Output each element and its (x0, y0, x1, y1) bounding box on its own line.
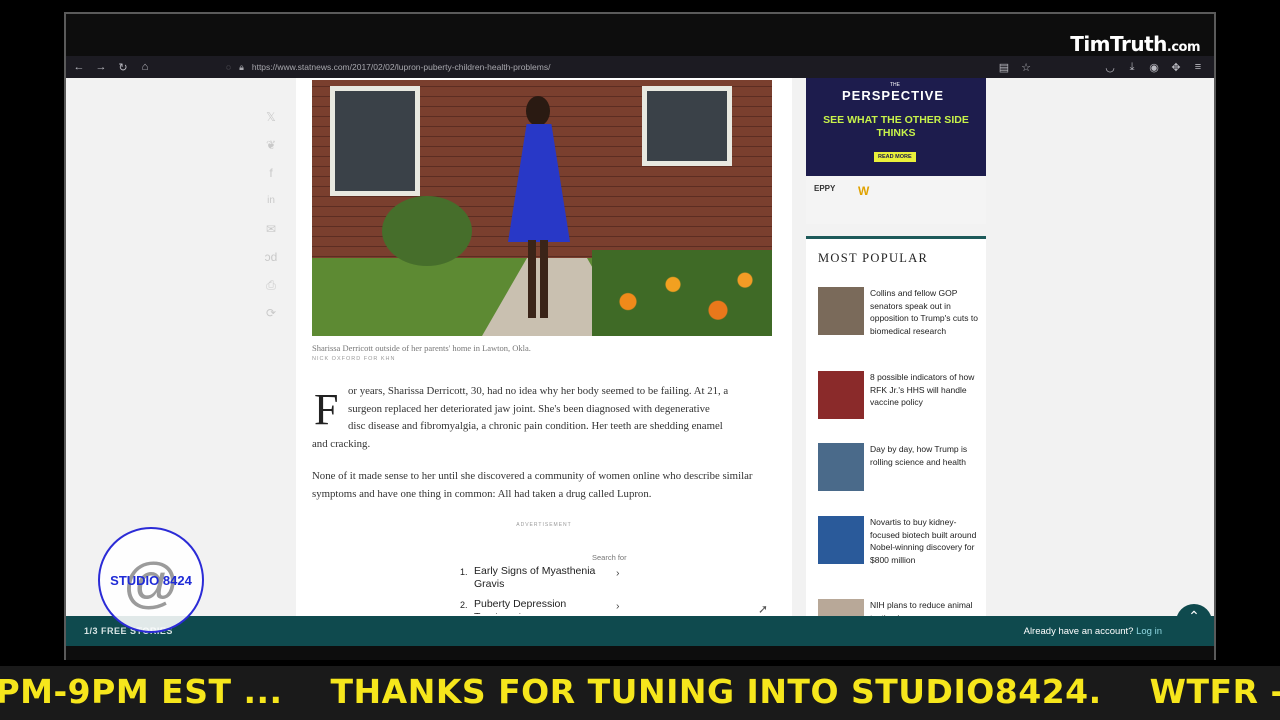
paywall-bar: 1/3 FREE STORIES Already have an account… (66, 616, 1214, 646)
popular-thumbnail (818, 371, 864, 419)
url-text: https://www.statnews.com/2017/02/02/lupr… (251, 62, 551, 72)
popular-item[interactable]: NIH plans to reduce animal testing in (818, 599, 978, 616)
popular-thumbnail (818, 516, 864, 564)
reader-view-icon[interactable]: ▤ (994, 56, 1014, 78)
forward-icon[interactable]: → (90, 56, 112, 78)
ad-read-more-button[interactable]: READ MORE (874, 152, 916, 162)
popular-item[interactable]: Novartis to buy kidney-focused biotech b… (818, 516, 978, 566)
chevron-right-icon: › (616, 600, 620, 612)
mouse-cursor-icon: ➚ (758, 602, 769, 616)
share-rail: 𝕏 ❦ f in ✉ ↄd ⎙ ⟳ (262, 110, 280, 320)
most-popular-heading: MOST POPULAR (818, 251, 929, 265)
sidebar-ad[interactable]: THE PERSPECTIVE SEE WHAT THE OTHER SIDE … (806, 78, 986, 224)
account-icon[interactable]: ◉ (1144, 56, 1164, 78)
search-for-label: Search for (592, 553, 627, 562)
studio-badge-label: STUDIO 8424 (110, 573, 192, 588)
chevron-right-icon: › (616, 567, 620, 579)
woman-figure (500, 90, 580, 330)
login-link[interactable]: Log in (1136, 626, 1162, 637)
scroll-up-button[interactable]: ⌃ (1176, 604, 1212, 634)
ad-search-item-2[interactable]: 2. Puberty Depression Treatment › (460, 598, 626, 614)
article-paragraph-1: or years, Sharissa Derricott, 30, had no… (312, 385, 729, 451)
photo-credit: NICK OXFORD FOR KHN (312, 356, 396, 362)
popular-thumbnail (818, 443, 864, 491)
pocket-icon[interactable]: ◡ (1100, 56, 1120, 78)
x-icon[interactable]: 𝕏 (266, 110, 276, 124)
back-icon[interactable]: ← (68, 56, 90, 78)
account-prompt: Already have an account? Log in (1023, 626, 1162, 637)
print-icon[interactable]: ⎙ (266, 278, 276, 292)
home-icon[interactable]: ⌂ (134, 56, 156, 78)
ad-search-item-1[interactable]: 1. Early Signs of Myasthenia Gravis › (460, 565, 626, 591)
lock-icon: 🔒︎ (239, 61, 244, 72)
studio-8424-badge: @ STUDIO 8424 (98, 527, 204, 633)
linkedin-icon[interactable]: in (267, 194, 275, 208)
refresh-icon[interactable]: ⟳ (266, 306, 276, 320)
popular-thumbnail (818, 287, 864, 335)
webpage: 𝕏 ❦ f in ✉ ↄd ⎙ ⟳ Sharissa Derricott out… (66, 78, 1214, 616)
download-icon[interactable]: ⤓ (1122, 56, 1142, 78)
popular-item[interactable]: Day by day, how Trump is rolling science… (818, 443, 978, 491)
ad-logo: PERSPECTIVE (842, 88, 945, 103)
menu-icon[interactable]: ≡ (1188, 56, 1208, 78)
reprint-icon[interactable]: ↄd (265, 250, 278, 264)
reload-icon[interactable]: ↻ (112, 56, 134, 78)
popular-item[interactable]: Collins and fellow GOP senators speak ou… (818, 287, 978, 337)
video-frame: TimTruth.com ← → ↻ ⌂ ◌ 🔒︎ https://www.st… (64, 12, 1216, 660)
article-column: Sharissa Derricott outside of her parent… (296, 78, 792, 616)
address-bar[interactable]: ◌ 🔒︎ https://www.statnews.com/2017/02/02… (226, 56, 550, 78)
browser-toolbar: ← → ↻ ⌂ ◌ 🔒︎ https://www.statnews.com/20… (66, 56, 1214, 78)
photo-caption: Sharissa Derricott outside of her parent… (312, 343, 531, 353)
extensions-icon[interactable]: ✥ (1166, 56, 1186, 78)
most-popular-widget: MOST POPULAR Collins and fellow GOP sena… (806, 236, 986, 616)
shield-icon: ◌ (226, 62, 232, 72)
popular-thumbnail (818, 599, 864, 616)
news-ticker: 3PM-9PM EST ... THANKS FOR TUNING INTO S… (0, 666, 1280, 720)
article-paragraph-2: None of it made sense to her until she d… (312, 470, 753, 500)
webby-award: W (858, 184, 870, 198)
chevron-up-icon: ⌃ (1188, 608, 1200, 624)
eppy-award: EPPY (814, 184, 836, 193)
article-photo (312, 80, 772, 336)
ad-tagline: SEE WHAT THE OTHER SIDE THINKS (823, 114, 969, 139)
popular-item[interactable]: 8 possible indicators of how RFK Jr.'s H… (818, 371, 978, 419)
advertisement-label: ADVERTISEMENT (516, 522, 572, 528)
ticker-text: 3PM-9PM EST ... THANKS FOR TUNING INTO S… (0, 672, 1280, 711)
facebook-icon[interactable]: f (269, 166, 272, 180)
email-icon[interactable]: ✉ (266, 222, 276, 236)
bluesky-icon[interactable]: ❦ (266, 138, 276, 152)
bookmark-star-icon[interactable]: ☆ (1016, 56, 1036, 78)
timtruth-logo: TimTruth.com (1070, 32, 1200, 56)
